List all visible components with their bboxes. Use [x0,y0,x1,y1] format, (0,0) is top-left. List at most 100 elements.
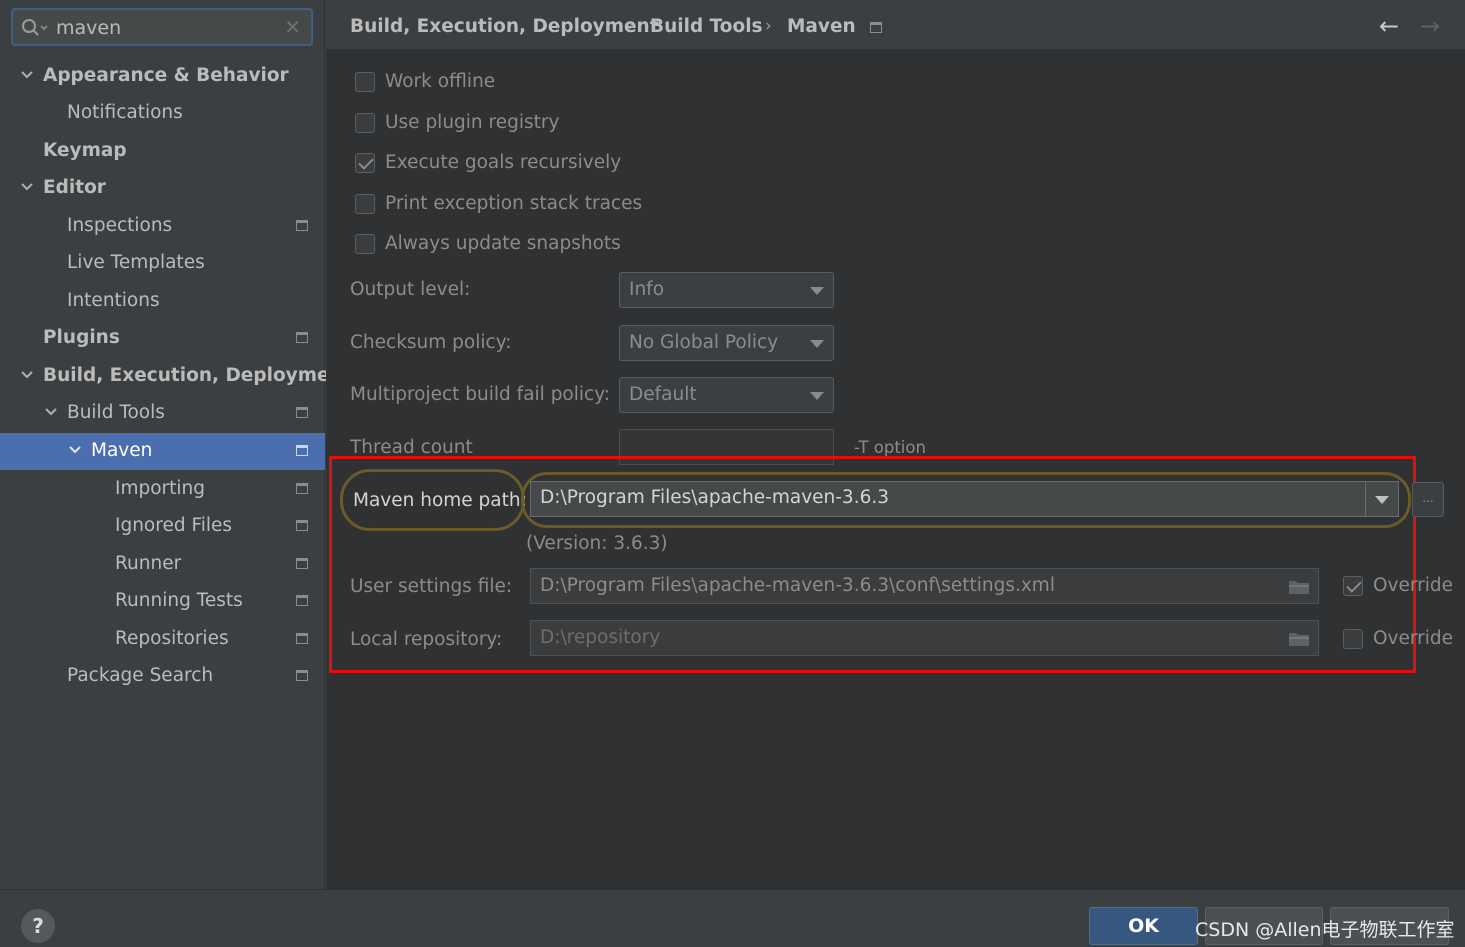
always-update-snapshots-checkbox[interactable] [355,234,375,254]
breadcrumb-item[interactable]: Build Tools [650,16,763,37]
tree-item-package-search[interactable]: Package Search [0,658,325,695]
maven-version-text: (Version: 3.6.3) [526,533,668,554]
thread-count-label: Thread count [350,437,473,458]
print-exception-stack-traces-checkbox[interactable] [355,194,375,214]
watermark-text: CSDN @Allen电子物联工作室 [1195,919,1455,941]
user-settings-path-value: D:\Program Files\apache-maven-3.6.3\conf… [540,575,1055,596]
tree-item-label: Repositories [115,628,229,649]
option-label: Print exception stack traces [385,193,643,214]
maven-home-browse-button[interactable]: ... [1412,482,1444,517]
tree-item-label: Ignored Files [115,515,233,536]
project-settings-icon [296,445,308,456]
user-settings-override-checkbox[interactable] [1343,576,1363,596]
tree-item-label: Running Tests [115,590,243,611]
tree-item-label: Package Search [67,665,214,686]
tree-item-inspections[interactable]: Inspections [0,208,325,245]
thread-count-hint: -T option [854,438,926,457]
folder-icon[interactable] [1288,578,1310,595]
chevron-down-icon[interactable] [20,368,34,382]
search-icon [22,19,48,36]
user-settings-file-field[interactable]: D:\Program Files\apache-maven-3.6.3\conf… [530,568,1319,604]
output-level-dropdown[interactable]: Info [619,272,834,308]
tree-item-label: Importing [115,478,206,499]
tree-item-running-tests[interactable]: Running Tests [0,583,325,620]
project-settings-icon [296,520,308,531]
tree-item-build-tools[interactable]: Build Tools [0,395,325,432]
breadcrumb-item[interactable]: Build, Execution, Deployment [350,16,659,37]
local-repository-override-checkbox[interactable] [1343,629,1363,649]
project-settings-icon [296,483,308,494]
maven-home-label-annotation: Maven home path: [340,469,527,531]
multiproject-fail-policy-dropdown[interactable]: Default [619,377,834,413]
maven-home-dropdown-button[interactable] [1365,482,1398,516]
breadcrumb-item: Maven [787,16,856,37]
tree-item-label: Keymap [43,140,127,161]
tree-item-label: Build Tools [67,402,165,423]
dropdown-arrow-icon [810,340,824,348]
project-settings-icon [870,22,882,33]
search-input[interactable]: maven [56,17,121,39]
dropdown-value: No Global Policy [629,332,779,353]
chevron-down-icon[interactable] [20,180,34,194]
breadcrumb-separator: › [765,16,772,36]
tree-item-repositories[interactable]: Repositories [0,621,325,658]
local-repository-path-value: D:\repository [540,627,661,648]
tree-item-label: Notifications [67,102,183,123]
checksum-policy-label: Checksum policy: [350,332,512,353]
project-settings-icon [296,558,308,569]
multiproject-fail-policy-label: Multiproject build fail policy: [350,384,611,405]
back-arrow-icon[interactable]: ← [1379,12,1399,40]
tree-item-plugins[interactable]: Plugins [0,320,325,357]
local-repository-field[interactable]: D:\repository [530,620,1319,656]
project-settings-icon [296,220,308,231]
tree-item-importing[interactable]: Importing [0,471,325,508]
tree-item-editor[interactable]: Editor [0,170,325,207]
execute-goals-recursively-checkbox[interactable] [355,153,375,173]
tree-item-ignored-files[interactable]: Ignored Files [0,508,325,545]
maven-home-path-combo[interactable]: D:\Program Files\apache-maven-3.6.3 [530,481,1399,517]
project-settings-icon [296,670,308,681]
tree-item-notifications[interactable]: Notifications [0,95,325,132]
settings-sidebar: maven ✕ Appearance & Behavior Notificati… [0,0,352,889]
tree-item-appearance-behavior[interactable]: Appearance & Behavior [0,58,325,95]
tree-item-live-templates[interactable]: Live Templates [0,245,325,282]
settings-search[interactable]: maven ✕ [11,8,313,46]
project-settings-icon [296,407,308,418]
tree-item-label: Build, Execution, Deployment [43,365,352,386]
chevron-down-icon[interactable] [20,68,34,82]
chevron-down-icon[interactable] [44,405,58,419]
local-repository-label: Local repository: [350,629,503,650]
tree-item-build-execution-deployment[interactable]: Build, Execution, Deployment [0,358,352,395]
project-settings-icon [296,595,308,606]
tree-item-keymap[interactable]: Keymap [0,133,325,170]
folder-icon[interactable] [1288,630,1310,647]
checksum-policy-dropdown[interactable]: No Global Policy [619,325,834,361]
tree-item-label: Inspections [67,215,173,236]
dropdown-arrow-icon [810,392,824,400]
ok-button[interactable]: OK [1089,907,1198,945]
help-button[interactable]: ? [21,909,55,943]
tree-item-label: Maven [91,440,153,461]
maven-home-path-value: D:\Program Files\apache-maven-3.6.3 [540,487,890,508]
tree-item-maven[interactable]: Maven [0,433,325,470]
project-settings-icon [296,633,308,644]
output-level-label: Output level: [350,279,471,300]
dropdown-value: Info [629,279,665,300]
tree-item-intentions[interactable]: Intentions [0,283,325,320]
dropdown-value: Default [629,384,697,405]
clear-search-icon[interactable]: ✕ [284,15,301,39]
tree-item-label: Runner [115,553,182,574]
tree-item-label: Intentions [67,290,160,311]
work-offline-checkbox[interactable] [355,72,375,92]
tree-item-runner[interactable]: Runner [0,546,325,583]
chevron-down-icon[interactable] [68,443,82,457]
forward-arrow-icon[interactable]: → [1420,12,1440,40]
use-plugin-registry-checkbox[interactable] [355,113,375,133]
project-settings-icon [296,332,308,343]
maven-home-label: Maven home path: [353,490,527,511]
tree-item-label: Live Templates [67,252,205,273]
tree-item-label: Plugins [43,327,120,348]
settings-content: Build, Execution, Deployment › Build Too… [326,0,1465,889]
override-label: Override [1373,575,1454,596]
tree-item-label: Appearance & Behavior [43,65,289,86]
